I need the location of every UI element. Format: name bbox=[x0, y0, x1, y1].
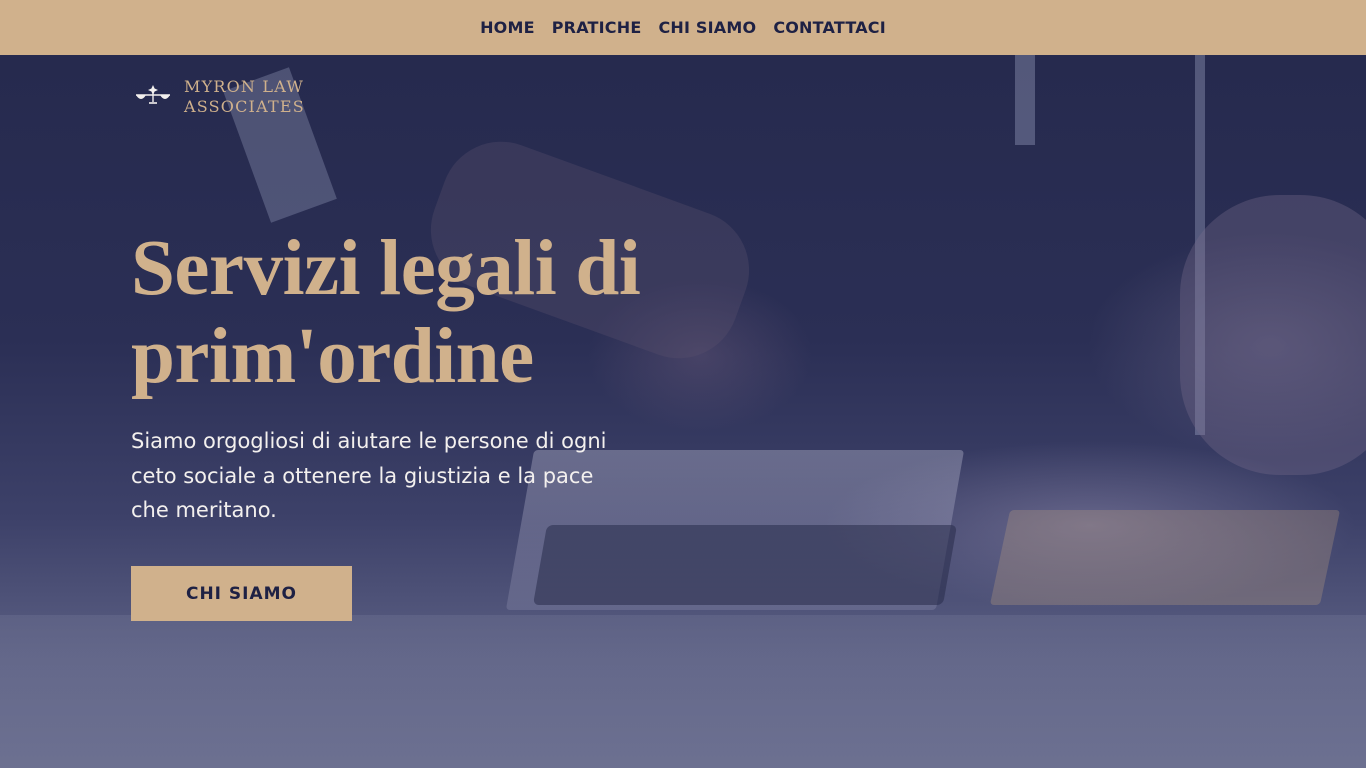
brand-logo[interactable]: MYRON LAW ASSOCIATES bbox=[134, 77, 305, 117]
hero-background-image bbox=[0, 55, 1366, 768]
scales-of-justice-icon bbox=[134, 84, 172, 111]
hero-section: MYRON LAW ASSOCIATES Servizi legali di p… bbox=[0, 55, 1366, 768]
nav-link-chi-siamo[interactable]: CHI SIAMO bbox=[658, 18, 756, 37]
nav-link-contattaci[interactable]: CONTATTACI bbox=[773, 18, 886, 37]
main-nav: HOME PRATICHE CHI SIAMO CONTATTACI bbox=[480, 18, 886, 37]
hero-headline: Servizi legali di prim'ordine bbox=[131, 225, 751, 401]
top-navigation-bar: HOME PRATICHE CHI SIAMO CONTATTACI bbox=[0, 0, 1366, 55]
brand-name-line2: ASSOCIATES bbox=[184, 97, 305, 116]
hero-headline-line2: prim'ordine bbox=[131, 313, 534, 400]
hero-headline-line1: Servizi legali di bbox=[131, 225, 641, 312]
chi-siamo-button[interactable]: CHI SIAMO bbox=[131, 566, 352, 621]
hero-description: Siamo orgogliosi di aiutare le persone d… bbox=[131, 429, 607, 522]
nav-link-pratiche[interactable]: PRATICHE bbox=[552, 18, 642, 37]
brand-name-line1: MYRON LAW bbox=[184, 77, 304, 96]
brand-name: MYRON LAW ASSOCIATES bbox=[184, 77, 305, 117]
nav-link-home[interactable]: HOME bbox=[480, 18, 535, 37]
